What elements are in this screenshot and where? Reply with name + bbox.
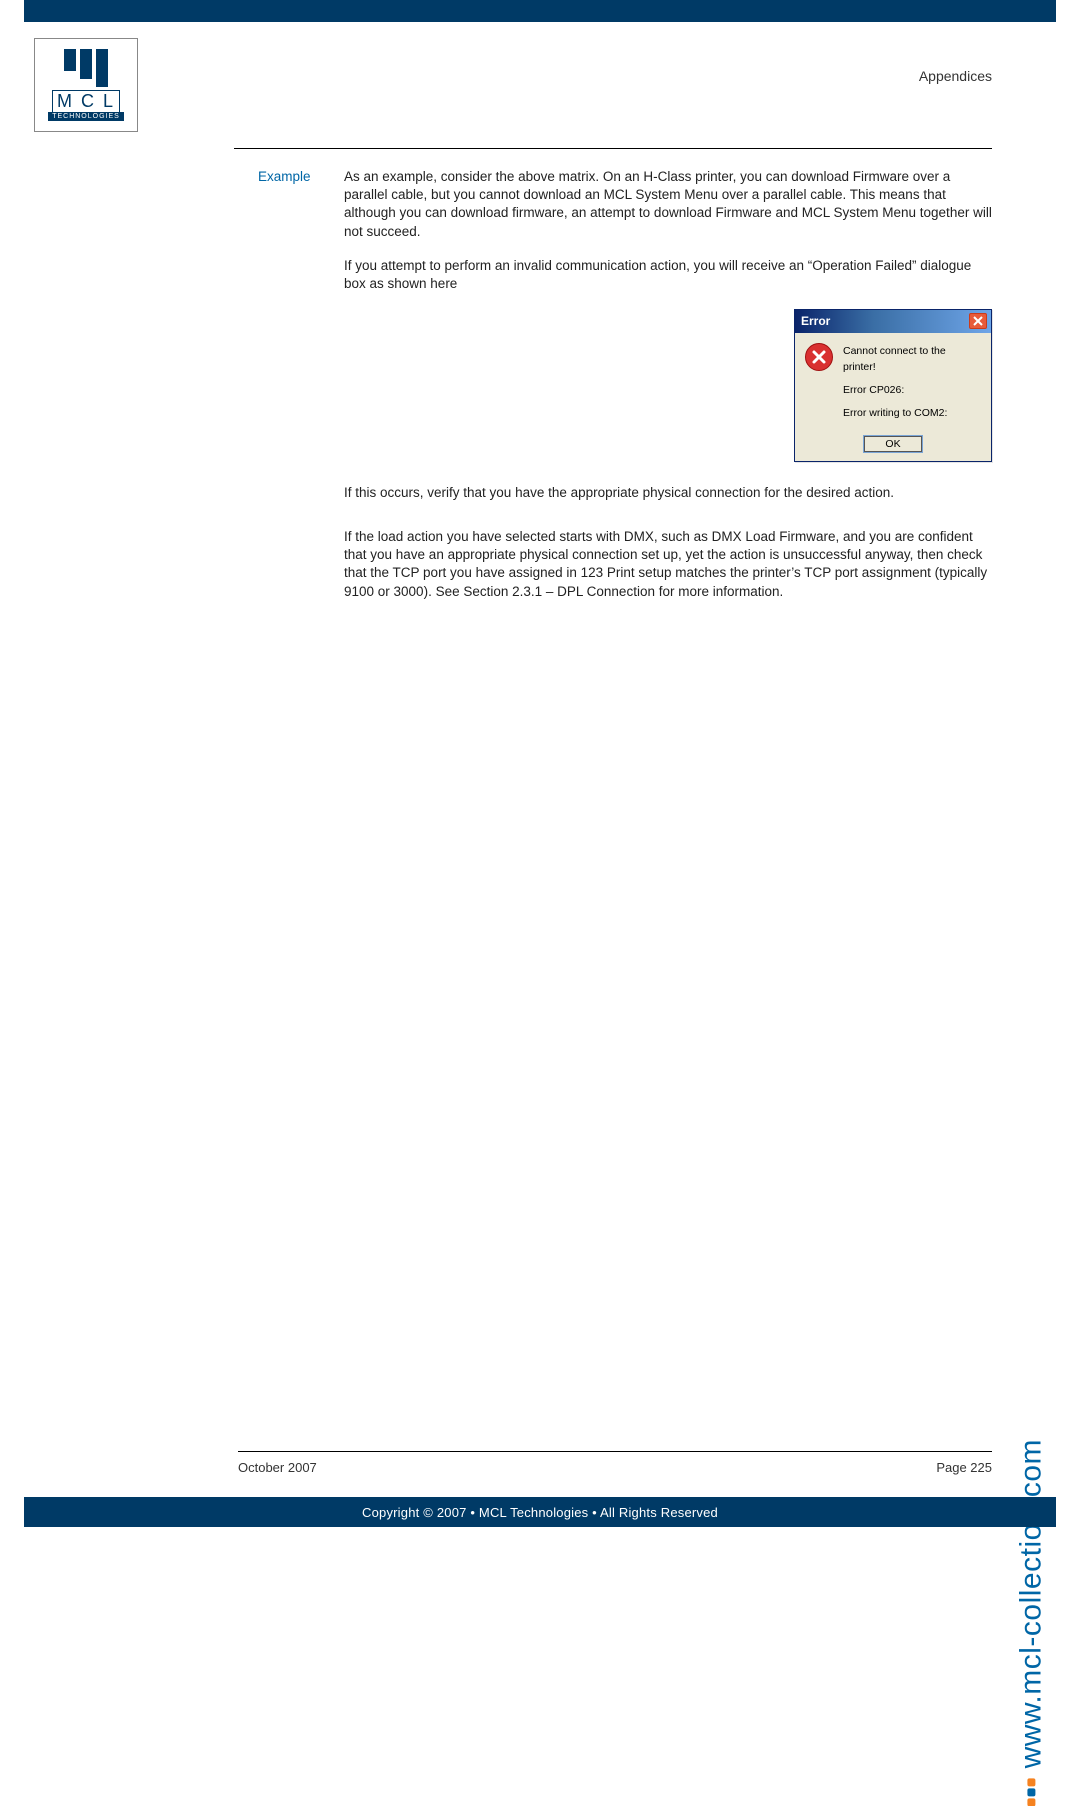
side-url-dots bbox=[1027, 1778, 1035, 1806]
side-url-text: www.mcl-collection.com bbox=[1014, 1439, 1048, 1768]
paragraph-2: If you attempt to perform an invalid com… bbox=[344, 257, 992, 293]
footer-date: October 2007 bbox=[238, 1460, 317, 1475]
section-heading: Appendices bbox=[919, 68, 992, 84]
main-content: Example As an example, consider the abov… bbox=[258, 168, 992, 631]
mcl-logo: M C L TECHNOLOGIES bbox=[34, 38, 138, 132]
dialog-body: Cannot connect to the printer! Error CP0… bbox=[795, 333, 991, 436]
dialog-msg-2: Error CP026: bbox=[843, 382, 981, 399]
error-dialog: Error Cannot connect to the printer! Err… bbox=[794, 309, 992, 461]
dialog-titlebar: Error bbox=[795, 310, 991, 332]
close-icon[interactable] bbox=[969, 313, 987, 329]
dialog-msg-1: Cannot connect to the printer! bbox=[843, 343, 981, 377]
example-label: Example bbox=[258, 168, 344, 617]
logo-letters: M C L bbox=[52, 90, 120, 114]
copyright-bar: Copyright © 2007 • MCL Technologies • Al… bbox=[24, 1497, 1056, 1527]
ok-button[interactable]: OK bbox=[864, 436, 921, 452]
page-footer: October 2007 Page 225 bbox=[238, 1451, 992, 1475]
paragraph-1: As an example, consider the above matrix… bbox=[344, 168, 992, 241]
paragraph-4: If the load action you have selected sta… bbox=[344, 528, 992, 601]
side-url: www.mcl-collection.com bbox=[1014, 1439, 1048, 1806]
header-divider bbox=[234, 148, 992, 149]
paragraph-3: If this occurs, verify that you have the… bbox=[344, 484, 992, 502]
logo-bars bbox=[64, 49, 108, 87]
footer-page: Page 225 bbox=[936, 1460, 992, 1475]
dialog-msg-3: Error writing to COM2: bbox=[843, 405, 981, 422]
error-icon bbox=[805, 343, 833, 371]
dialog-title-text: Error bbox=[801, 313, 830, 329]
logo-subtext: TECHNOLOGIES bbox=[48, 112, 124, 121]
top-color-bar bbox=[24, 0, 1056, 22]
